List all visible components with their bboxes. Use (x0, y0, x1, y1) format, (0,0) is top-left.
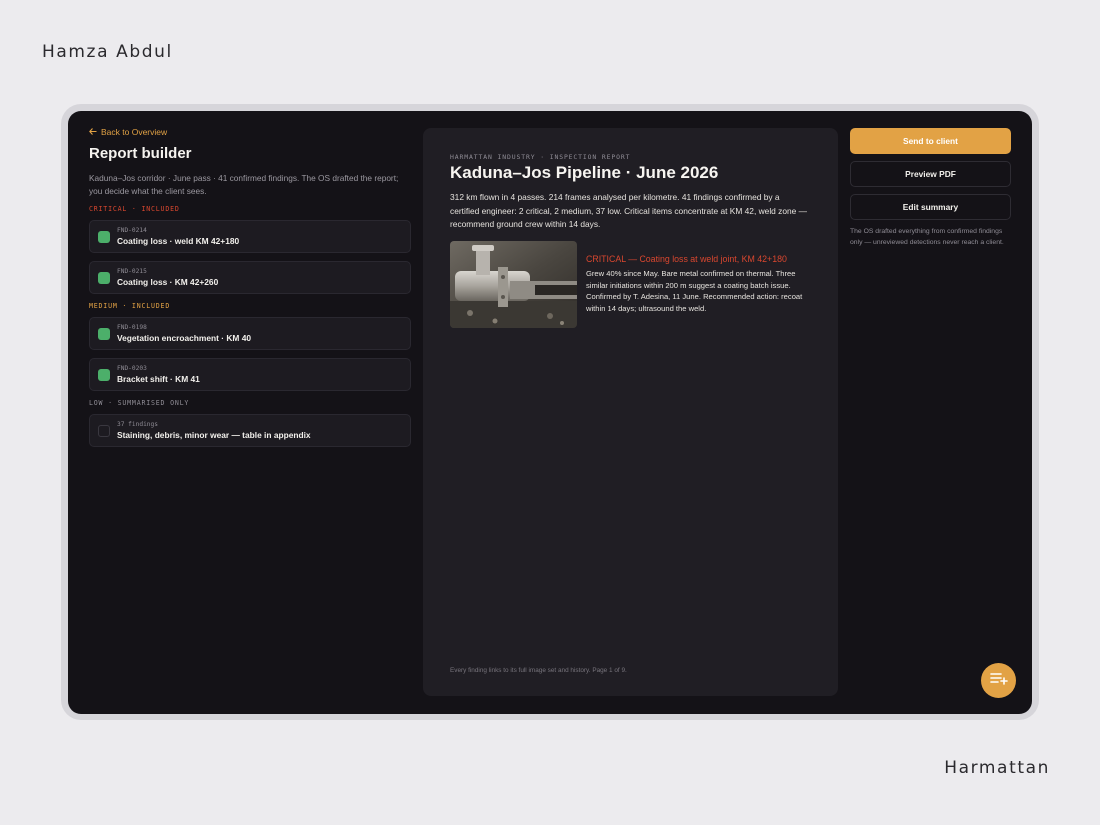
report-finding: CRITICAL — Coating loss at weld joint, K… (586, 254, 816, 314)
author-name: Hamza Abdul (42, 42, 173, 62)
edit-summary-button[interactable]: Edit summary (850, 194, 1011, 220)
app-screen: Back to Overview Report builder Kaduna–J… (68, 111, 1032, 714)
finding-id: FND-0214 (117, 227, 147, 234)
list-add-icon (989, 671, 1008, 690)
report-finding-body: Grew 40% since May. Bare metal confirmed… (586, 269, 803, 313)
report-eyebrow: HARMATTAN INDUSTRY · INSPECTION REPORT (450, 153, 631, 161)
report-finding-title: CRITICAL — Coating loss at weld joint, K… (586, 254, 787, 264)
include-checkbox[interactable] (98, 230, 110, 243)
finding-item[interactable]: FND-0198 Vegetation encroachment · KM 40 (89, 317, 411, 350)
report-preview: HARMATTAN INDUSTRY · INSPECTION REPORT K… (423, 128, 838, 696)
send-to-client-button[interactable]: Send to client (850, 128, 1011, 154)
finding-title: Bracket shift · KM 41 (117, 374, 200, 384)
include-checkbox[interactable] (98, 424, 110, 437)
report-title: Kaduna–Jos Pipeline · June 2026 (450, 163, 719, 182)
finding-item[interactable]: FND-0215 Coating loss · KM 42+260 (89, 261, 411, 294)
finding-title: Vegetation encroachment · KM 40 (117, 333, 252, 343)
finding-id: FND-0203 (117, 365, 147, 372)
include-checkbox[interactable] (98, 368, 110, 381)
preview-pdf-button[interactable]: Preview PDF (850, 161, 1011, 187)
back-link-label: Back to Overview (101, 127, 168, 137)
finding-title: Coating loss · weld KM 42+180 (117, 236, 240, 246)
brand-name: Harmattan (944, 758, 1050, 778)
report-summary: 312 km flown in 4 passes. 214 frames ana… (450, 192, 808, 229)
back-to-overview-link[interactable]: Back to Overview (89, 127, 411, 137)
finding-photo (450, 241, 577, 328)
finding-id: FND-0215 (117, 268, 147, 275)
arrow-left-icon (89, 127, 97, 137)
include-checkbox[interactable] (98, 271, 110, 284)
finding-item[interactable]: 37 findings Staining, debris, minor wear… (89, 414, 411, 447)
finding-title: Staining, debris, minor wear — table in … (117, 430, 311, 440)
actions-panel: Send to client Preview PDF Edit summary … (850, 128, 1011, 248)
finding-count: 37 findings (117, 421, 158, 428)
finding-item[interactable]: FND-0203 Bracket shift · KM 41 (89, 358, 411, 391)
finding-title: Coating loss · KM 42+260 (117, 277, 219, 287)
page-title: Report builder (89, 145, 192, 162)
section-label-medium: MEDIUM · INCLUDED (89, 302, 171, 310)
finding-item[interactable]: FND-0214 Coating loss · weld KM 42+180 (89, 220, 411, 253)
include-checkbox[interactable] (98, 327, 110, 340)
section-label-low: LOW · SUMMARISED ONLY (89, 399, 190, 407)
draft-note: The OS drafted everything from confirmed… (850, 228, 1004, 246)
report-footer: Every finding links to its full image se… (450, 667, 627, 674)
finding-id: FND-0198 (117, 324, 147, 331)
list-add-button[interactable] (981, 663, 1016, 698)
section-label-critical: CRITICAL · INCLUDED (89, 205, 180, 213)
findings-panel: Back to Overview Report builder Kaduna–J… (89, 127, 411, 455)
page-description: Kaduna–Jos corridor · June pass · 41 con… (89, 173, 399, 196)
